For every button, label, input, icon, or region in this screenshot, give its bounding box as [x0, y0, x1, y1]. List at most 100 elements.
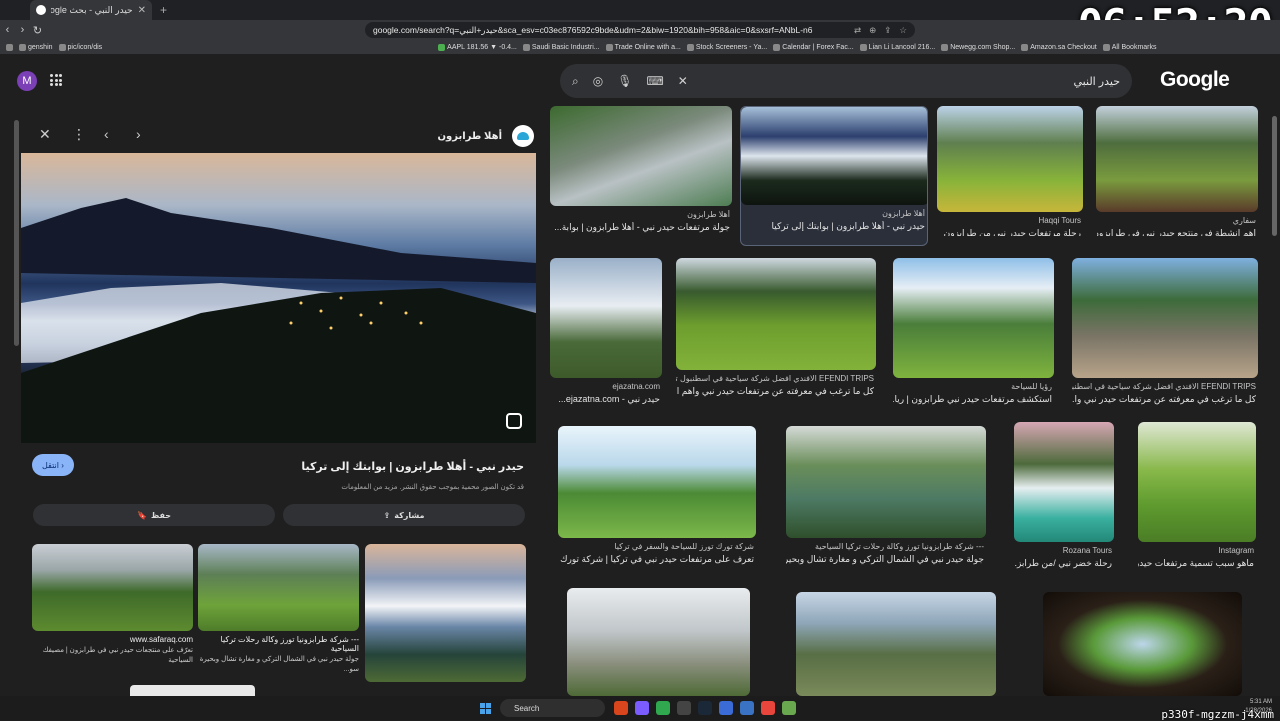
previous-icon[interactable]: ‹	[104, 126, 109, 142]
xbox-icon[interactable]	[656, 701, 670, 715]
browser-tab[interactable]: حيدر النبي - بحث Google ✕	[30, 0, 152, 20]
bookmark-item[interactable]: genshin	[19, 43, 53, 51]
chrome-icon[interactable]	[761, 701, 775, 715]
next-icon[interactable]: ›	[136, 126, 141, 142]
result-thumbnail	[676, 258, 876, 370]
google-logo[interactable]: Google	[1160, 68, 1230, 92]
keyboard-icon[interactable]: ⌨	[646, 74, 663, 88]
result-caption: رحلة مرتفعات حيدر نبي من طرابزون	[943, 228, 1081, 236]
bookmarks-bar: genshin pic/icon/dis AAPL 181.56 ▼ -0.4.…	[0, 40, 1280, 54]
bookmark-item[interactable]: Newegg.com Shop...	[941, 43, 1015, 51]
result-caption: كل ما ترغب في معرفته عن مرتفعات حيدر نبي…	[1072, 394, 1256, 404]
result-source: Haqqi Tours	[1038, 216, 1081, 225]
reload-icon[interactable]: ↻	[30, 24, 45, 37]
image-result[interactable]: --- شركة طرابزونيا تورز وكالة رحلات تركي…	[786, 426, 986, 574]
preview-source[interactable]: أهلا طرابزون	[437, 125, 534, 147]
bookmark-item[interactable]: Stock Screeners - Ya...	[686, 43, 767, 51]
search-box[interactable]: ⌕ ◎ 🎙 ⌨ ✕ حيدر النبي	[560, 64, 1132, 98]
preview-title[interactable]: حيدر نبي - أهلا طرابزون | بوابتك إلى ترك…	[301, 460, 524, 473]
image-result[interactable]: Haqqi Tours رحلة مرتفعات حيدر نبي من طراب…	[937, 106, 1083, 236]
app-icon[interactable]	[782, 701, 796, 715]
zoom-icon[interactable]: ⊕	[869, 25, 876, 36]
close-preview-icon[interactable]: ✕	[39, 126, 51, 143]
microphone-icon[interactable]: 🎙	[617, 74, 632, 88]
steam-icon[interactable]	[698, 701, 712, 715]
image-result[interactable]: سفاري اهم انشطة في منتجع حيدر نبي في طراب…	[1096, 106, 1258, 236]
bookmark-item[interactable]: AAPL 181.56 ▼ -0.4...	[438, 43, 517, 51]
google-images-page: M ⌕ ◎ 🎙 ⌨ ✕ حيدر النبي Google ✕ ⋮ ‹ › أه…	[0, 54, 1280, 696]
taskbar-search[interactable]: Search	[500, 699, 605, 717]
back-icon[interactable]: ‹	[0, 24, 15, 36]
image-result[interactable]: Instagram ماهو سبب تسمية مرتفعات حيدر...	[1138, 422, 1256, 574]
results-scrollbar[interactable]	[1272, 116, 1277, 236]
save-button[interactable]: 🔖 حفظ	[33, 504, 275, 526]
preview-image[interactable]	[21, 153, 536, 443]
result-thumbnail	[1043, 592, 1242, 696]
result-source: ejazatna.com	[612, 382, 660, 391]
lens-search-icon[interactable]	[506, 413, 522, 429]
related-image[interactable]: --- شركة طرابزونيا تورز وكالة رحلات تركي…	[198, 544, 359, 675]
all-bookmarks[interactable]: All Bookmarks	[1102, 43, 1157, 51]
apps-shortcut-icon[interactable]	[6, 43, 13, 51]
app-icon[interactable]	[677, 701, 691, 715]
new-tab-button[interactable]: +	[160, 3, 167, 17]
search-input[interactable]: حيدر النبي	[1074, 75, 1120, 88]
browser-toolbar: ‹ › ↻ ☆ google.com/search?q=حيدر+النبي&s…	[0, 20, 1280, 40]
app-icon[interactable]	[635, 701, 649, 715]
windows-taskbar: Search 5:31 AM 1/28/2026	[0, 696, 1280, 720]
bookmark-item[interactable]: Saudi Basic Industri...	[522, 43, 600, 51]
related-thumb	[198, 544, 359, 631]
share-icon[interactable]: ⇪	[884, 25, 891, 36]
visit-button[interactable]: انتقل ›	[32, 454, 74, 476]
result-source: أهلا طرابزون	[882, 209, 925, 218]
image-result[interactable]	[796, 592, 996, 696]
result-caption: جولة حيدر نبي في الشمال التركي و مغارة ت…	[786, 554, 984, 564]
windows-start-icon[interactable]	[480, 703, 491, 714]
related-image[interactable]	[365, 544, 526, 682]
related-image[interactable]: www.safaraq.com تعرّف على منتجعات حيدر ن…	[32, 544, 193, 666]
brave-icon[interactable]	[614, 701, 628, 715]
image-result[interactable]: EFENDI TRIPS الافندي افضل شركة سياحية في…	[1072, 258, 1258, 406]
google-apps-icon[interactable]	[50, 74, 62, 86]
tab-title: حيدر النبي - بحث Google	[51, 4, 133, 15]
machine-label: p330f-mgzzm-j4xmm	[1161, 708, 1274, 721]
app-icon[interactable]	[719, 701, 733, 715]
image-result[interactable]: ejazatna.com حيدر نبي - ejazatna.com...	[550, 258, 662, 406]
image-result[interactable]	[1043, 592, 1242, 696]
bookmark-item[interactable]: Calendar | Forex Fac...	[773, 43, 854, 51]
bookmark-item[interactable]: Trade Online with a...	[605, 43, 681, 51]
taskbar-apps	[614, 701, 796, 715]
bookmark-item[interactable]: pic/icon/dis	[58, 43, 102, 51]
bookmark-item[interactable]: Lian Li Lancool 216...	[859, 43, 935, 51]
address-bar[interactable]: google.com/search?q=حيدر+النبي&sca_esv=c…	[365, 22, 915, 38]
image-result[interactable]: Rozana Tours رحلة خضر نبي /من طرابز...	[1014, 422, 1114, 574]
account-avatar[interactable]: M	[17, 71, 37, 91]
image-result[interactable]: شركة تورك تورز للسياحة والسفر في تركيا تع…	[558, 426, 756, 574]
image-result[interactable]: أهلا طرابزون حيدر نبي - أهلا طرابزون | بو…	[740, 106, 928, 246]
translate-icon[interactable]: ⇄	[854, 25, 861, 36]
preview-header: ✕ ⋮ ‹ › أهلا طرابزون	[14, 120, 544, 150]
forward-icon[interactable]: ›	[15, 24, 30, 36]
share-button[interactable]: ⇪ مشاركة	[283, 504, 525, 526]
result-source: رؤيا للسياحة	[1011, 382, 1052, 391]
result-thumbnail	[937, 106, 1083, 212]
app-icon[interactable]	[740, 701, 754, 715]
close-tab-icon[interactable]: ✕	[138, 5, 146, 16]
result-thumbnail	[741, 107, 927, 205]
mountain-scene	[21, 198, 536, 443]
more-options-icon[interactable]: ⋮	[72, 126, 86, 143]
image-result[interactable]: أهلا طرابزون جولة مرتفعات حيدر نبي - أهلا…	[550, 106, 732, 236]
result-thumbnail	[1014, 422, 1114, 542]
lens-icon[interactable]: ◎	[593, 74, 603, 88]
image-result[interactable]	[567, 588, 750, 696]
result-caption: حيدر نبي - أهلا طرابزون | بوابتك إلى ترك…	[771, 221, 925, 231]
bookmark-item[interactable]: Amazon.sa Checkout	[1021, 43, 1097, 51]
clear-search-icon[interactable]: ✕	[678, 74, 688, 88]
search-icon[interactable]: ⌕	[572, 74, 579, 89]
star-icon[interactable]: ☆	[899, 25, 907, 36]
result-caption: رحلة خضر نبي /من طرابز...	[1014, 558, 1112, 568]
result-thumbnail	[550, 106, 732, 206]
image-result[interactable]: EFENDI TRIPS الافندي افضل شركة سياحية في…	[676, 258, 876, 406]
image-result[interactable]: رؤيا للسياحة استكشف مرتفعات حيدر نبي طراب…	[893, 258, 1054, 406]
url-text: google.com/search?q=حيدر+النبي&sca_esv=c…	[373, 24, 813, 35]
